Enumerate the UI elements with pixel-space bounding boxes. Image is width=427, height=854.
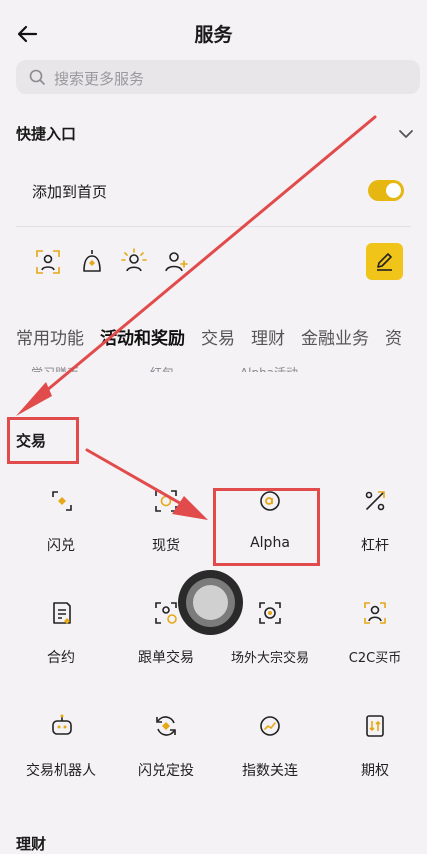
floating-assistive-button[interactable]: [178, 570, 243, 635]
annotation-arrows: [16, 115, 377, 520]
